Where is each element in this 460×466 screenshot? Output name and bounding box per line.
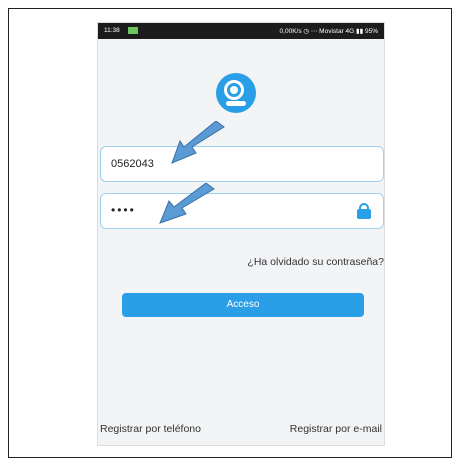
- register-phone-link[interactable]: Registrar por teléfono: [100, 423, 201, 435]
- username-value: 0562043: [111, 158, 154, 170]
- lock-icon[interactable]: [357, 203, 371, 219]
- status-indicators: 0,00K/s ◷ ⋯ Movistar 4G ▮▮ 95%: [279, 28, 378, 35]
- forgot-password-link[interactable]: ¿Ha olvidado su contraseña?: [247, 256, 384, 268]
- camera-base: [226, 101, 246, 106]
- camera-lens-dot: [230, 86, 238, 94]
- arrow-icon: [159, 183, 215, 224]
- notification-indicator: [128, 27, 138, 34]
- status-time: 11:38: [104, 27, 120, 34]
- login-button[interactable]: Acceso: [122, 293, 364, 317]
- document-frame: 11:38 0,00K/s ◷ ⋯ Movistar 4G ▮▮ 95% 056…: [8, 8, 452, 458]
- camera-icon: [216, 73, 256, 113]
- register-email-link[interactable]: Registrar por e-mail: [290, 423, 382, 435]
- status-bar: 11:38 0,00K/s ◷ ⋯ Movistar 4G ▮▮ 95%: [98, 23, 384, 39]
- username-field[interactable]: 0562043: [100, 146, 384, 182]
- password-value: ••••: [111, 203, 136, 217]
- arrow-icon: [171, 121, 225, 164]
- password-field[interactable]: ••••: [100, 193, 384, 229]
- phone-screen: 11:38 0,00K/s ◷ ⋯ Movistar 4G ▮▮ 95% 056…: [97, 22, 385, 446]
